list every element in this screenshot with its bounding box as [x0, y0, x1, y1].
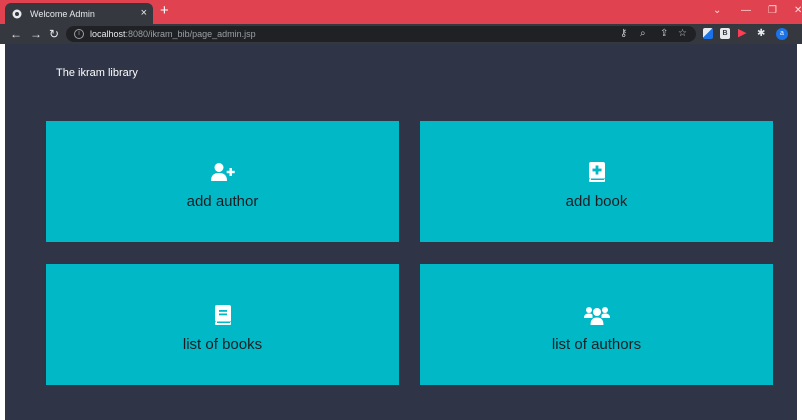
url-text[interactable]: localhost:8080/ikram_bib/page_admin.jsp	[90, 28, 256, 40]
list-books-label: list of books	[182, 336, 263, 353]
play-extension-icon[interactable]: ▶	[738, 27, 746, 40]
extensions-icon[interactable]: ✱	[757, 27, 765, 40]
add-book-label: add book	[565, 193, 628, 210]
star-icon[interactable]: ☆	[678, 27, 687, 41]
list-authors-card[interactable]: list of authors	[420, 264, 773, 385]
add-book-card[interactable]: add book	[420, 121, 773, 242]
page-favicon-icon	[12, 9, 22, 18]
key-icon[interactable]: ⚷	[620, 27, 627, 41]
user-plus-icon	[210, 163, 235, 181]
pen-extension-icon[interactable]	[703, 28, 713, 39]
info-icon[interactable]: i	[74, 29, 84, 39]
browser-toolbar: ← → ↻ i localhost:8080/ikram_bib/page_ad…	[0, 24, 802, 44]
list-authors-label: list of authors	[551, 336, 642, 353]
users-icon	[583, 307, 610, 325]
reload-icon[interactable]: ↻	[49, 26, 59, 42]
book-icon	[214, 305, 231, 325]
close-window-icon[interactable]: ✕	[794, 4, 802, 18]
browser-tab-strip: Welcome Admin × + ⌄ — ❐ ✕	[0, 0, 802, 24]
share-icon[interactable]: ⇪	[660, 27, 668, 41]
b-extension-icon[interactable]: B	[720, 28, 730, 39]
forward-icon[interactable]: →	[30, 26, 42, 42]
tab-title: Welcome Admin	[30, 8, 95, 19]
back-icon[interactable]: ←	[10, 26, 22, 42]
add-author-card[interactable]: add author	[46, 121, 399, 242]
tab-search-icon[interactable]: ⌄	[713, 4, 721, 18]
add-author-label: add author	[186, 193, 259, 210]
profile-avatar[interactable]: a	[776, 28, 788, 40]
restore-icon[interactable]: ❐	[768, 4, 777, 18]
zoom-icon[interactable]: ⌕	[640, 27, 646, 41]
tab-close-icon[interactable]: ×	[141, 6, 147, 20]
site-brand[interactable]: The ikram library	[56, 66, 138, 80]
address-bar[interactable]: i localhost:8080/ikram_bib/page_admin.js…	[66, 26, 696, 42]
page-viewport: The ikram library add author add book li…	[5, 44, 797, 420]
list-books-card[interactable]: list of books	[46, 264, 399, 385]
browser-tab[interactable]: Welcome Admin ×	[5, 3, 153, 24]
new-tab-button[interactable]: +	[160, 3, 169, 19]
minimize-icon[interactable]: —	[741, 4, 751, 18]
book-medical-icon	[588, 162, 605, 182]
